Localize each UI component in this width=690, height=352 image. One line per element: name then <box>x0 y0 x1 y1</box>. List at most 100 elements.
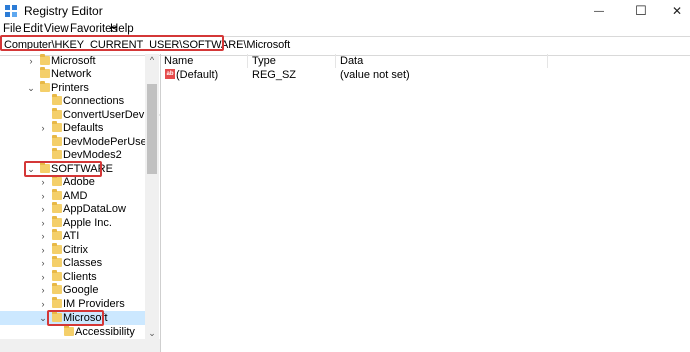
folder-icon <box>52 108 62 119</box>
string-value-icon: ab <box>165 69 175 79</box>
tree-item-amd[interactable]: › AMD <box>0 189 145 203</box>
folder-icon <box>52 94 62 105</box>
tree-item-adobe[interactable]: › Adobe <box>0 175 145 189</box>
minimize-button[interactable]: — <box>576 0 622 22</box>
column-divider[interactable] <box>547 54 548 68</box>
folder-icon <box>52 175 62 186</box>
tree-item-classes[interactable]: › Classes <box>0 256 145 270</box>
chevron-right-icon[interactable]: › <box>38 202 48 216</box>
close-icon: ✕ <box>671 4 683 18</box>
minimize-icon: — <box>594 5 604 17</box>
registry-editor-icon <box>5 5 17 17</box>
chevron-right-icon[interactable]: › <box>26 54 36 68</box>
scroll-down-icon[interactable]: ⌄ <box>145 327 159 339</box>
folder-icon <box>52 283 62 294</box>
tree-item-clients[interactable]: › Clients <box>0 270 145 284</box>
tree-item-printers[interactable]: ⌄ Printers <box>0 81 145 95</box>
folder-icon <box>52 121 62 132</box>
folder-icon <box>40 81 50 92</box>
value-data: (value not set) <box>340 69 410 81</box>
window-title: Registry Editor <box>24 4 103 18</box>
column-header-type[interactable]: Type <box>252 54 276 68</box>
tree-item-label: Clients <box>63 271 97 283</box>
folder-icon <box>40 54 50 65</box>
tree-item-label: Adobe <box>63 176 95 188</box>
microsoft-highlight-box <box>47 310 104 326</box>
value-type: REG_SZ <box>252 69 297 81</box>
tree-item-label: AppDataLow <box>63 203 126 215</box>
tree-item-label: Classes <box>63 257 103 269</box>
tree-item-label: Microsoft <box>51 55 96 67</box>
tree-item-label: Citrix <box>63 244 89 256</box>
scroll-up-icon[interactable]: ^ <box>145 54 159 66</box>
address-highlight-box <box>0 35 224 51</box>
menu-bar: File Edit View Favorites Help <box>0 22 690 36</box>
folder-icon <box>52 297 62 308</box>
chevron-right-icon[interactable]: › <box>38 175 48 189</box>
chevron-right-icon[interactable]: › <box>38 256 48 270</box>
chevron-right-icon[interactable]: › <box>38 229 48 243</box>
tree-horizontal-scrollbar[interactable] <box>0 339 160 352</box>
tree-item-label: DevModePerUser <box>63 136 151 148</box>
chevron-right-icon[interactable]: › <box>38 283 48 297</box>
tree-item-ati[interactable]: › ATI <box>0 229 145 243</box>
folder-icon <box>52 216 62 227</box>
tree-item-label: Network <box>51 68 92 80</box>
chevron-right-icon[interactable]: › <box>38 216 48 230</box>
menu-file[interactable]: File <box>3 22 22 36</box>
tree-item-label: AMD <box>63 190 88 202</box>
tree-pane: › Microsoft Network ⌄ Printers Connectio… <box>0 54 161 352</box>
tree-item-label: Apple Inc. <box>63 217 112 229</box>
tree-item-label: Google <box>63 284 99 296</box>
column-divider[interactable] <box>247 54 248 68</box>
tree-item-network[interactable]: Network <box>0 67 145 81</box>
tree-item-devmodeperuser[interactable]: DevModePerUser <box>0 135 150 149</box>
menu-help[interactable]: Help <box>110 22 134 36</box>
column-header-data[interactable]: Data <box>340 54 363 68</box>
column-header-name[interactable]: Name <box>164 54 193 68</box>
tree-item-defaults[interactable]: › Defaults <box>0 121 145 135</box>
tree-item-citrix[interactable]: › Citrix <box>0 243 145 257</box>
title-bar: Registry Editor — ☐ ✕ <box>0 0 690 22</box>
menu-edit[interactable]: Edit <box>23 22 43 36</box>
folder-icon <box>64 325 74 336</box>
chevron-down-icon[interactable]: ⌄ <box>26 81 36 95</box>
column-divider[interactable] <box>335 54 336 68</box>
maximize-icon: ☐ <box>635 3 647 18</box>
folder-icon <box>52 135 62 146</box>
folder-icon <box>52 148 62 159</box>
folder-icon <box>52 229 62 240</box>
software-highlight-box <box>24 161 102 177</box>
tree-vertical-scrollbar[interactable]: ^ ⌄ <box>145 54 159 339</box>
tree-item-label: Defaults <box>63 122 104 134</box>
scroll-thumb[interactable] <box>147 84 157 174</box>
value-name: (Default) <box>176 69 219 81</box>
folder-icon <box>52 202 62 213</box>
folder-icon <box>52 270 62 281</box>
chevron-right-icon[interactable]: › <box>38 189 48 203</box>
tree-item-microsoft-top[interactable]: › Microsoft <box>0 54 145 68</box>
tree-item-label: Printers <box>51 82 89 94</box>
tree-item-connections[interactable]: Connections <box>0 94 145 108</box>
tree-item-convertuserdevmod[interactable]: ConvertUserDevMod <box>0 108 160 122</box>
chevron-right-icon[interactable]: › <box>38 243 48 257</box>
close-button[interactable]: ✕ <box>654 0 690 22</box>
folder-icon <box>52 256 62 267</box>
folder-icon <box>40 67 50 78</box>
tree-item-google[interactable]: › Google <box>0 283 145 297</box>
tree-item-im-providers[interactable]: › IM Providers <box>0 297 145 311</box>
values-pane: Name Type Data ab (Default) REG_SZ (valu… <box>161 54 690 352</box>
tree-item-label: Connections <box>63 95 125 107</box>
chevron-right-icon[interactable]: › <box>38 270 48 284</box>
chevron-right-icon[interactable]: › <box>38 121 48 135</box>
menu-view[interactable]: View <box>44 22 69 36</box>
tree-item-appdatalow[interactable]: › AppDataLow <box>0 202 145 216</box>
folder-icon <box>52 189 62 200</box>
tree-item-accessibility[interactable]: Accessibility <box>0 325 145 339</box>
tree-item-apple[interactable]: › Apple Inc. <box>0 216 145 230</box>
tree-item-devmodes2[interactable]: DevModes2 <box>0 148 145 162</box>
chevron-right-icon[interactable]: › <box>38 297 48 311</box>
tree-item-label: IM Providers <box>63 298 125 310</box>
tree-item-label: Accessibility <box>75 326 135 338</box>
tree-item-label: DevModes2 <box>63 149 122 161</box>
